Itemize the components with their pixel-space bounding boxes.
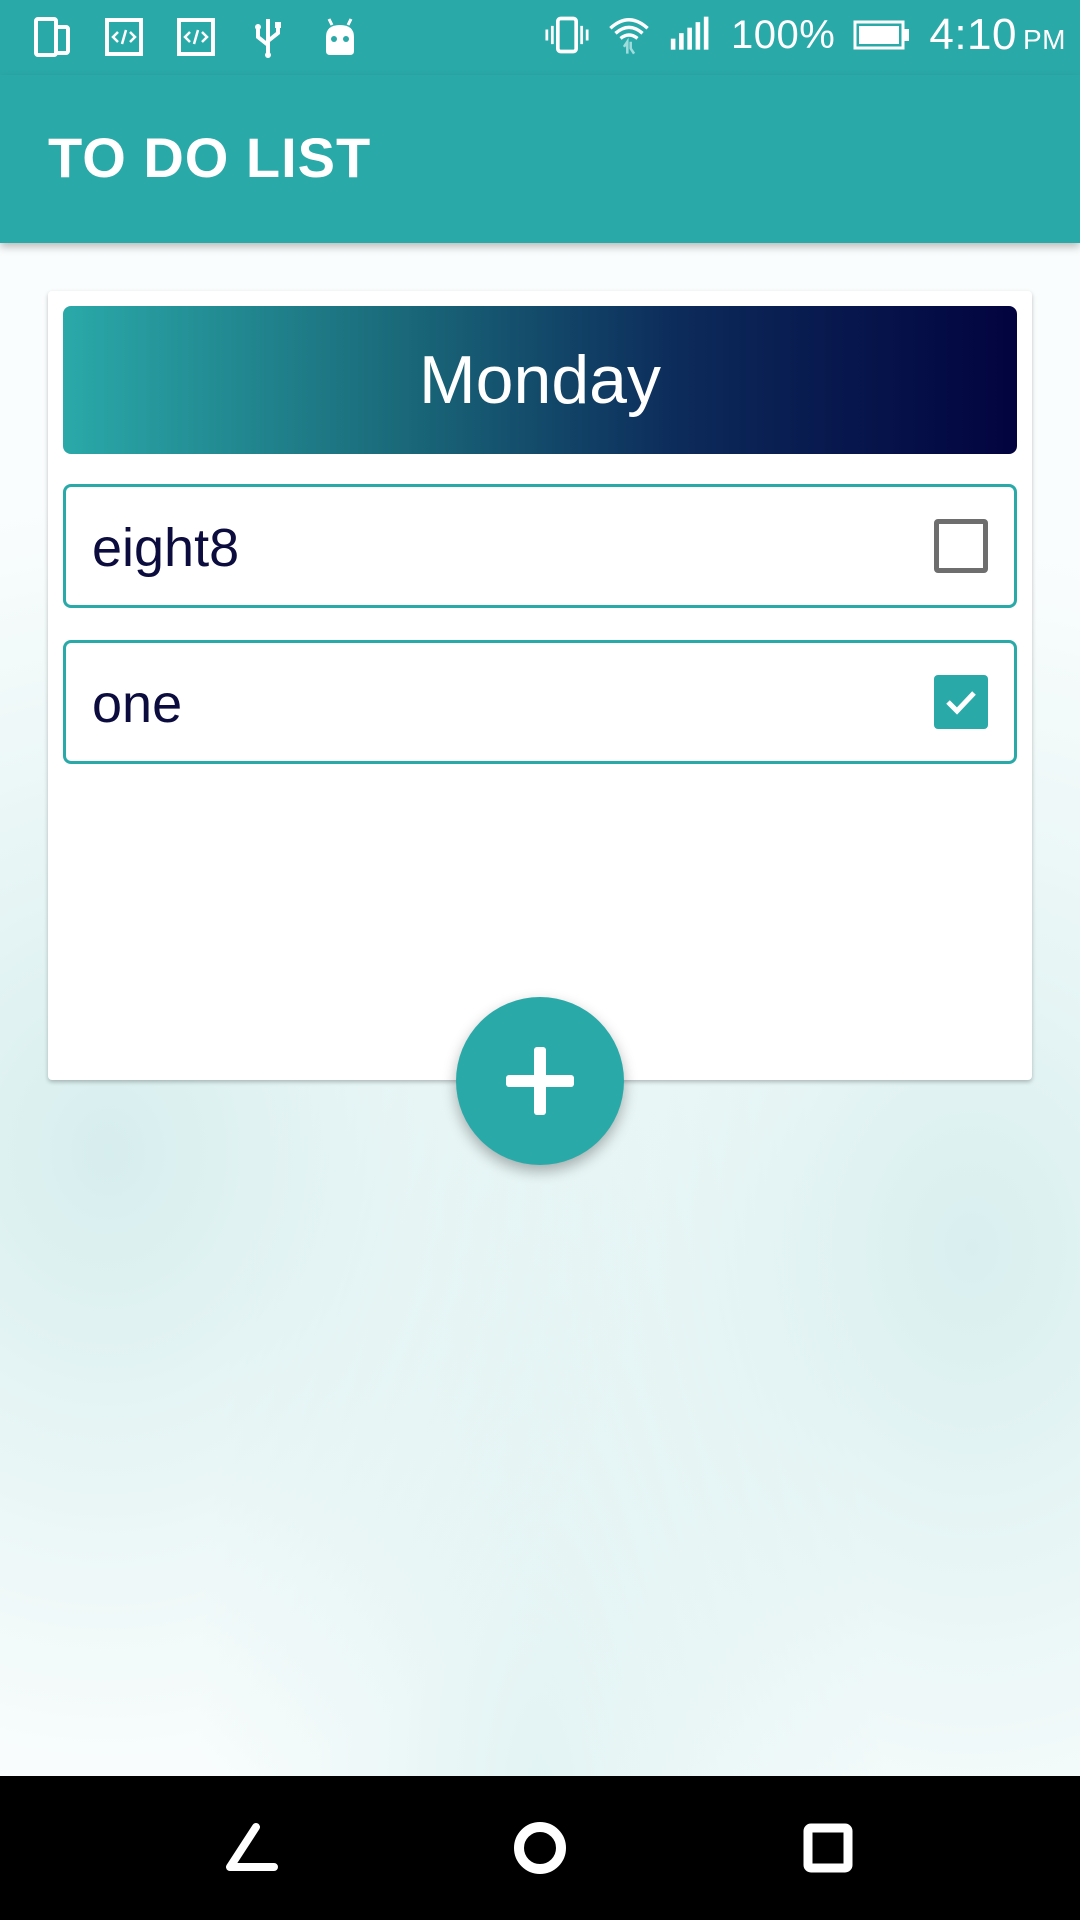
app-title: TO DO LIST [48, 126, 372, 189]
vibrate-icon [545, 12, 589, 58]
day-header: Monday [63, 306, 1017, 454]
clock: 4:10 PM [929, 10, 1066, 60]
app-bar: TO DO LIST [0, 75, 1080, 243]
signal-icon [669, 12, 713, 58]
add-task-button[interactable] [456, 997, 624, 1165]
back-icon[interactable] [222, 1818, 282, 1878]
clock-ampm: PM [1023, 24, 1066, 55]
task-item[interactable]: eight8 [63, 484, 1017, 608]
clock-time: 4:10 [929, 10, 1017, 59]
battery-icon [853, 12, 911, 58]
usb-icon [246, 14, 290, 60]
device-icon [30, 14, 74, 60]
plus-icon [506, 1047, 574, 1115]
wifi-icon [607, 12, 651, 58]
day-card: Monday eight8 one [48, 291, 1032, 1080]
notification-icons [30, 14, 362, 60]
status-bar: 100% 4:10 PM [0, 0, 1080, 75]
code-icon [102, 14, 146, 60]
recents-icon[interactable] [798, 1818, 858, 1878]
checkmark-icon [946, 691, 976, 715]
task-checkbox[interactable] [934, 519, 988, 573]
task-label: eight8 [92, 518, 240, 578]
home-icon[interactable] [510, 1818, 570, 1878]
code-icon [174, 14, 218, 60]
system-status: 100% 4:10 PM [545, 10, 1066, 60]
task-label: one [92, 674, 183, 734]
task-checkbox[interactable] [934, 675, 988, 729]
navigation-bar [0, 1776, 1080, 1920]
android-icon [318, 14, 362, 60]
battery-percent: 100% [731, 12, 836, 57]
task-item[interactable]: one [63, 640, 1017, 764]
